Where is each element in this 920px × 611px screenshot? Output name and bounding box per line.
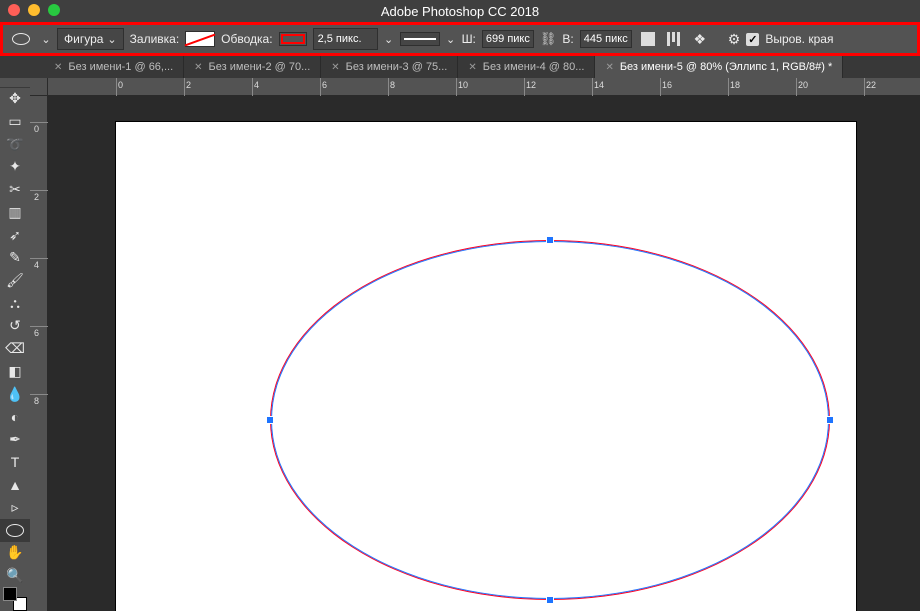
move-tool[interactable]: ✥ [0,88,30,111]
document-tab[interactable]: ✕ Без имени-3 @ 75... [321,56,458,78]
path-select-tool[interactable]: ▲ [0,473,30,496]
hand-tool[interactable]: ✋ [0,542,30,565]
app-title: Adobe Photoshop CC 2018 [381,4,539,19]
brush-tool[interactable]: 🖌 [0,269,30,292]
align-edges-checkbox[interactable]: ✓ [746,33,759,46]
blur-tool[interactable]: 💧 [0,383,30,406]
tab-label: Без имени-5 @ 80% (Эллипс 1, RGB/8#) * [620,61,832,73]
stroke-swatch[interactable] [279,32,307,46]
close-icon[interactable]: ✕ [194,62,202,73]
ruler-corner [30,78,48,96]
history-brush-tool[interactable]: ↺ [0,315,30,338]
lasso-tool[interactable]: ➰ [0,133,30,156]
frame-tool[interactable]: ▥ [0,201,30,224]
link-wh-icon[interactable]: ⛓ [540,31,557,47]
ellipse-icon [12,33,30,45]
tool-mode-select[interactable]: Фигура ⌄ [57,28,124,50]
path-alignment-button[interactable] [664,29,684,49]
document-tab-bar: ✕ Без имени-1 @ 66,... ✕ Без имени-2 @ 7… [0,56,920,78]
ellipse-icon [6,524,24,537]
type-tool[interactable]: T [0,451,30,474]
magic-wand-tool[interactable]: ✦ [0,156,30,179]
stroke-width-field[interactable] [313,28,378,50]
close-icon[interactable]: ✕ [468,62,476,73]
stroke-label: Обводка: [221,32,272,46]
stamp-tool[interactable]: ⛬ [0,292,30,315]
ellipse-tool[interactable] [0,519,30,542]
dodge-tool[interactable]: ◐ [0,405,30,428]
stroke-style-select[interactable] [400,32,440,46]
chevron-down-icon: ⌄ [107,33,116,46]
ruler-horizontal[interactable]: 024681012141618202224 [48,78,920,96]
ellipse-shape-selection[interactable] [270,240,830,600]
ellipse-path [271,241,829,599]
tab-label: Без имени-3 @ 75... [346,61,448,73]
document-tab-active[interactable]: ✕ Без имени-5 @ 80% (Эллипс 1, RGB/8#) * [595,56,843,78]
fill-label: Заливка: [130,32,180,46]
align-edges-label: Выров. края [765,32,833,46]
canvas-viewport[interactable] [48,96,920,611]
pen-tool[interactable]: ✒ [0,428,30,451]
close-icon[interactable]: ✕ [54,62,62,73]
tab-label: Без имени-4 @ 80... [483,61,585,73]
stroke-style-dropdown[interactable]: ⌄ [446,33,456,46]
stroke-width-input[interactable] [318,30,373,48]
workspace: 024681012141618202224 02468 [30,78,920,611]
maximize-window-button[interactable] [48,4,60,16]
window-titlebar: Adobe Photoshop CC 2018 [0,0,920,22]
fill-swatch[interactable] [185,31,215,47]
path-operations-button[interactable] [638,29,658,49]
ruler-vertical[interactable]: 02468 [30,96,48,611]
document-tab[interactable]: ✕ Без имени-2 @ 70... [184,56,321,78]
tab-label: Без имени-1 @ 66,... [68,61,173,73]
transform-handle-left[interactable] [266,416,274,424]
close-icon[interactable]: ✕ [331,62,339,73]
height-input[interactable] [580,30,632,48]
close-icon[interactable]: ✕ [605,62,613,73]
document-canvas[interactable] [116,122,856,611]
width-input[interactable] [482,30,534,48]
zoom-tool[interactable]: 🔍 [0,564,30,587]
direct-select-tool[interactable]: ▹ [0,496,30,519]
tool-preset-dropdown[interactable]: ⌄ [41,33,51,46]
options-bar: ⌄ Фигура ⌄ Заливка: Обводка: ⌄ ⌄ Ш: ⛓ В:… [0,22,920,56]
transform-handle-bottom[interactable] [546,596,554,604]
document-tab[interactable]: ✕ Без имени-1 @ 66,... [44,56,184,78]
toolbox-grip[interactable] [0,78,30,88]
transform-handle-right[interactable] [826,416,834,424]
eyedropper-tool[interactable]: ➶ [0,224,30,247]
toolbox: ✥ ▭ ➰ ✦ ✂ ▥ ➶ ✎ 🖌 ⛬ ↺ ⌫ ◧ 💧 ◐ ✒ T ▲ ▹ ✋ … [0,78,30,611]
tool-mode-label: Фигура [64,32,103,46]
width-label: Ш: [462,32,476,46]
foreground-background-colors[interactable] [0,587,30,611]
tab-label: Без имени-2 @ 70... [209,61,311,73]
healing-brush-tool[interactable]: ✎ [0,246,30,269]
window-controls [8,4,60,16]
active-tool-indicator[interactable] [7,28,35,50]
marquee-tool[interactable]: ▭ [0,110,30,133]
geometry-options-button[interactable]: ⚙ [728,31,741,48]
eraser-tool[interactable]: ⌫ [0,337,30,360]
close-window-button[interactable] [8,4,20,16]
height-label: В: [562,32,573,46]
crop-tool[interactable]: ✂ [0,178,30,201]
stroke-width-dropdown[interactable]: ⌄ [384,33,394,46]
gradient-tool[interactable]: ◧ [0,360,30,383]
transform-handle-top[interactable] [546,236,554,244]
document-tab[interactable]: ✕ Без имени-4 @ 80... [458,56,595,78]
minimize-window-button[interactable] [28,4,40,16]
path-arrangement-button[interactable]: ❖ [690,29,710,49]
